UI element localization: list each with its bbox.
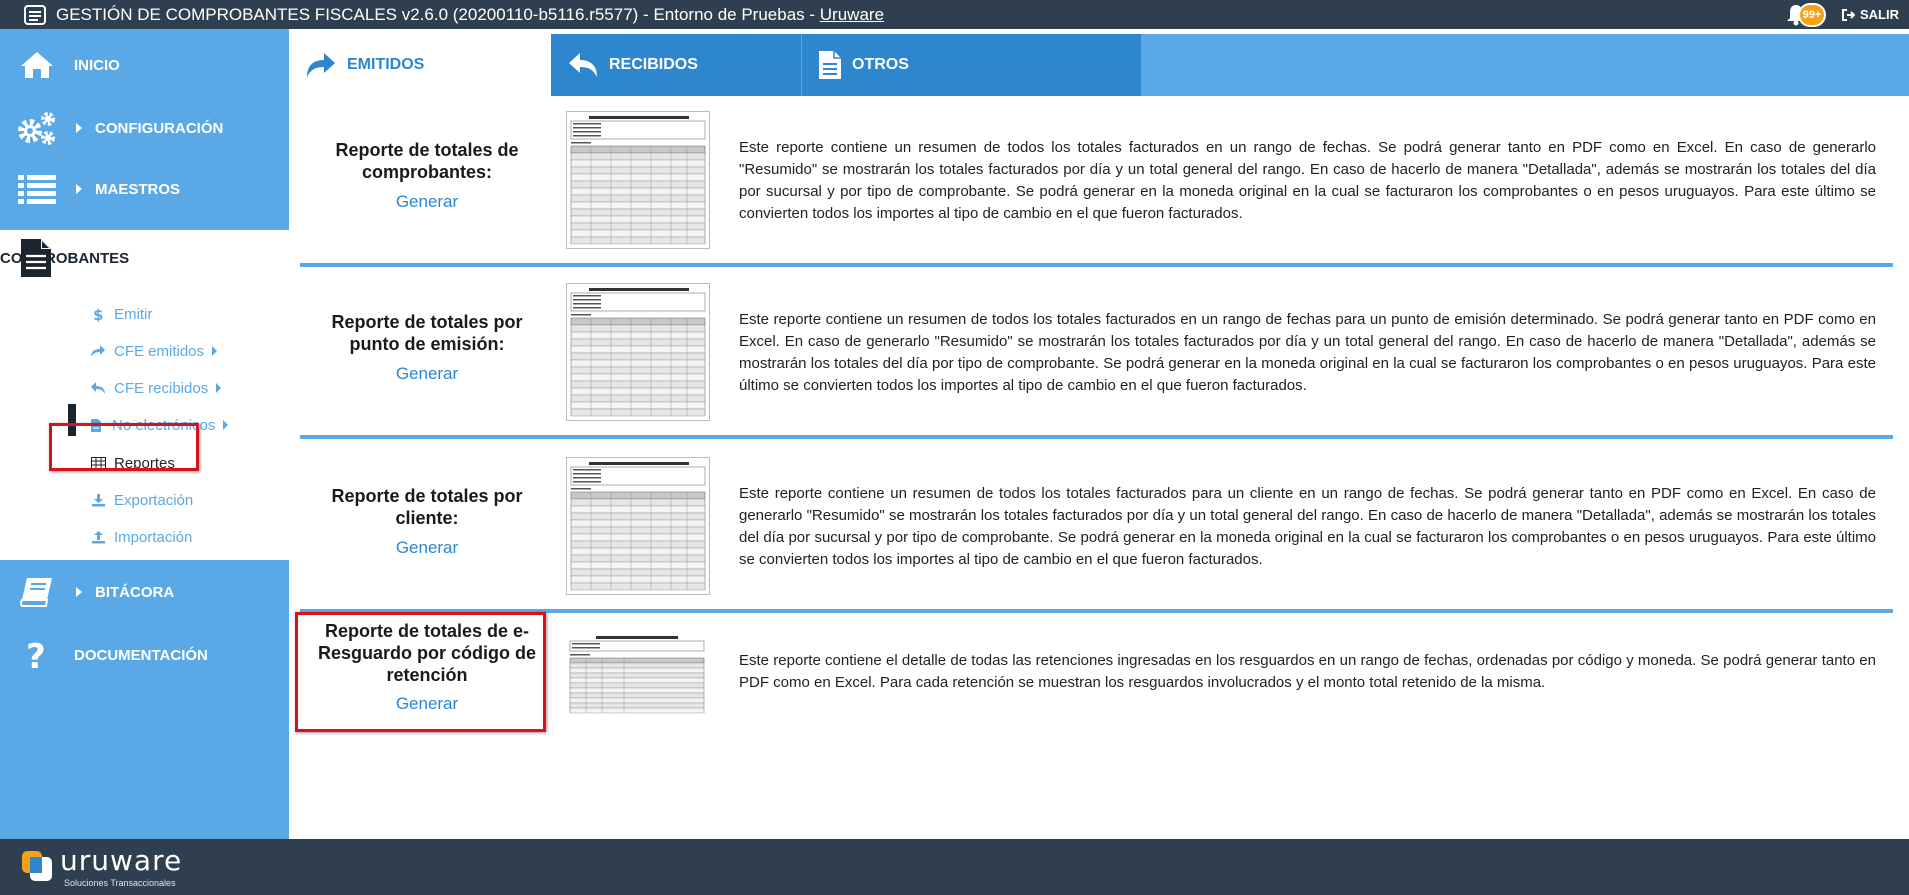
nav-documentacion[interactable]: ? DOCUMENTACIÓN [0, 625, 289, 685]
report-description: Este reporte contiene un resumen de todo… [739, 139, 1876, 222]
app-menu-icon[interactable] [24, 4, 46, 25]
logout-label: SALIR [1860, 7, 1899, 22]
uruware-logo-icon [22, 851, 52, 881]
generar-link[interactable]: Generar [312, 364, 542, 384]
footer-brand: uruware [60, 844, 183, 877]
top-bar: GESTIÓN DE COMPROBANTES FISCALES v2.6.0 … [0, 0, 1909, 29]
report-preview-thumbnail [566, 111, 710, 249]
tab-label: OTROS [852, 56, 909, 73]
svg-text:?: ? [26, 638, 46, 672]
generar-link[interactable]: Generar [312, 192, 542, 212]
document-preview-image [569, 636, 705, 714]
chevron-right-icon [223, 420, 229, 430]
svg-text:$: $ [93, 306, 103, 322]
sidebar-item-label: Importación [114, 528, 193, 546]
gears-icon [16, 107, 58, 149]
highlight-box-reportes [49, 423, 199, 471]
book-icon [16, 571, 58, 613]
report-preview-thumbnail [566, 283, 710, 421]
sign-out-icon [1842, 8, 1855, 21]
separator [300, 435, 1893, 439]
document-icon [20, 238, 52, 282]
tab-otros[interactable]: OTROS [801, 34, 1141, 96]
reply-icon [567, 51, 599, 79]
highlight-box-eresguardo [295, 612, 546, 732]
document-preview-image [570, 116, 706, 245]
report-description: Este reporte contiene el detalle de toda… [739, 652, 1876, 691]
sidebar-item-exportacion[interactable]: Exportación [88, 488, 193, 512]
sidebar-item-label: CFE recibidos [114, 379, 209, 397]
share-icon [88, 344, 108, 358]
sidebar-item-importacion[interactable]: Importación [88, 525, 192, 549]
tab-label: EMITIDOS [347, 56, 425, 73]
app-title: GESTIÓN DE COMPROBANTES FISCALES v2.6.0 … [56, 4, 885, 24]
tab-recibidos[interactable]: RECIBIDOS [551, 34, 801, 96]
nav-bitacora[interactable]: BITÁCORA [0, 562, 289, 622]
chevron-right-icon [76, 184, 82, 194]
sidebar-item-label: Emitir [114, 305, 153, 323]
tab-emitidos[interactable]: EMITIDOS [289, 34, 551, 96]
chevron-right-icon [216, 383, 222, 393]
sidebar-item-label: CFE emitidos [114, 342, 205, 360]
home-icon [16, 44, 58, 86]
generar-link[interactable]: Generar [312, 538, 542, 558]
comprobantes-submenu: COMPROBANTES $ Emitir CFE emitidos CFE r… [0, 230, 289, 560]
report-title: Reporte de totales por cliente: [331, 486, 523, 528]
sidebar-item-label: Exportación [114, 491, 194, 509]
report-title: Reporte de totales de comprobantes: [335, 140, 519, 182]
report-description: Este reporte contiene un resumen de todo… [739, 485, 1876, 568]
tab-label: RECIBIDOS [609, 56, 698, 73]
nav-inicio-label: INICIO [74, 56, 120, 74]
document-icon [818, 50, 842, 80]
report-description: Este reporte contiene un resumen de todo… [739, 311, 1876, 394]
nav-configuracion[interactable]: CONFIGURACIÓN [0, 98, 289, 158]
dollar-icon: $ [88, 306, 108, 322]
logout-button[interactable]: SALIR [1842, 7, 1899, 22]
document-preview-image [570, 288, 706, 417]
report-card: Reporte de totales por punto de emisión:… [300, 282, 1876, 432]
report-preview-thumbnail [566, 632, 710, 722]
nav-documentacion-label: DOCUMENTACIÓN [74, 646, 208, 664]
reply-icon [88, 381, 108, 395]
sidebar-item-cfe-emitidos[interactable]: CFE emitidos [88, 339, 218, 363]
share-icon [305, 51, 337, 79]
nav-inicio[interactable]: INICIO [0, 35, 289, 95]
sidebar-item-cfe-recibidos[interactable]: CFE recibidos [88, 376, 222, 400]
chevron-right-icon [76, 123, 82, 133]
notifications-bell-icon[interactable]: 99+ [1786, 2, 1826, 27]
nav-comprobantes[interactable]: COMPROBANTES [0, 230, 289, 286]
report-card: Reporte de totales de comprobantes: Gene… [300, 110, 1876, 260]
tab-bar: EMITIDOS RECIBIDOS OTROS [289, 34, 1909, 96]
nav-bitacora-label: BITÁCORA [95, 583, 175, 601]
document-preview-image [570, 462, 706, 591]
nav-maestros-label: MAESTROS [95, 180, 181, 198]
nav-maestros[interactable]: MAESTROS [0, 159, 289, 219]
report-card: Reporte de totales por cliente: Generar … [300, 456, 1876, 606]
chevron-right-icon [76, 587, 82, 597]
chevron-right-icon [212, 346, 218, 356]
notifications-badge: 99+ [1798, 2, 1826, 27]
uruware-link[interactable]: Uruware [820, 5, 884, 24]
nav-configuracion-label: CONFIGURACIÓN [95, 119, 224, 137]
question-icon: ? [16, 634, 58, 676]
separator [300, 263, 1893, 267]
report-title: Reporte de totales por punto de emisión: [331, 312, 523, 354]
footer-tagline: Soluciones Transaccionales [64, 878, 176, 888]
footer: uruware Soluciones Transaccionales [0, 839, 1909, 895]
sidebar-item-emitir[interactable]: $ Emitir [88, 302, 152, 326]
download-icon [88, 493, 108, 507]
report-preview-thumbnail [566, 457, 710, 595]
list-icon [16, 168, 58, 210]
upload-icon [88, 530, 108, 544]
